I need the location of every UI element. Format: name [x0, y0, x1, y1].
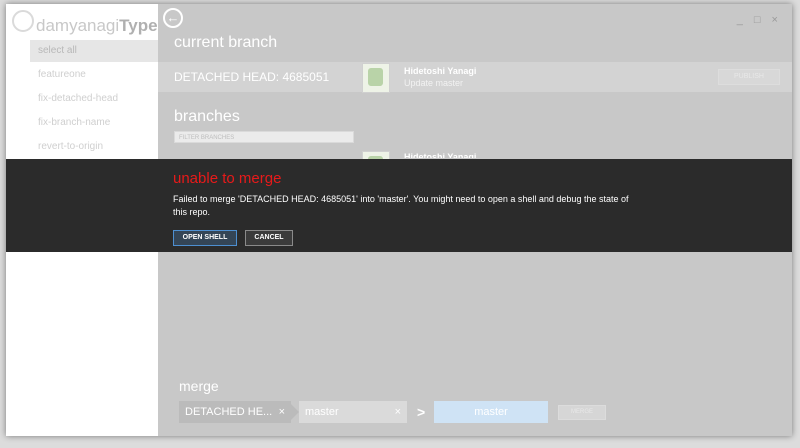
dialog-message: Failed to merge 'DETACHED HEAD: 4685051'…: [173, 194, 629, 217]
remove-source-icon[interactable]: ×: [279, 401, 285, 423]
sidebar-item-branch[interactable]: featureone: [30, 64, 166, 86]
sidebar-item-branch[interactable]: fix-branch-name: [30, 112, 166, 134]
branches-heading: branches: [174, 108, 240, 125]
cancel-button[interactable]: CANCEL: [245, 230, 293, 246]
filter-branches-input[interactable]: FILTER BRANCHES: [174, 131, 354, 143]
merge-destination-chip[interactable]: master ×: [299, 401, 407, 423]
merge-source-label: DETACHED HE...: [185, 406, 273, 418]
sidebar-item-select-all[interactable]: select all: [30, 40, 158, 62]
publish-button[interactable]: PUBLISH: [718, 69, 780, 85]
app-logo-icon: [12, 10, 34, 32]
merge-button[interactable]: MERGE: [558, 405, 606, 420]
sidebar-item-label: fix-branch-name: [38, 117, 111, 128]
current-branch-row[interactable]: DETACHED HEAD: 4685051 Hidetoshi Yanagi …: [158, 62, 792, 93]
sidebar-item-label: featureone: [38, 69, 86, 80]
merge-heading: merge: [179, 378, 219, 394]
current-branch-name: DETACHED HEAD: 4685051: [174, 70, 330, 84]
error-dialog: unable to merge Failed to merge 'DETACHE…: [6, 159, 792, 252]
back-arrow-icon[interactable]: ←: [163, 8, 183, 28]
sidebar-item-branch[interactable]: revert-to-origin: [30, 136, 166, 158]
merge-source-chip[interactable]: DETACHED HE... ×: [179, 401, 299, 423]
dialog-title: unable to merge: [173, 170, 282, 187]
open-shell-button[interactable]: OPEN SHELL: [173, 230, 237, 246]
merge-arrow-icon: >: [417, 404, 426, 420]
sidebar-item-branch[interactable]: fix-detached-head: [30, 88, 166, 110]
sidebar-item-label: revert-to-origin: [38, 141, 104, 152]
window-controls[interactable]: _ □ ×: [737, 14, 782, 26]
sidebar-item-label: select all: [38, 45, 77, 56]
sidebar-item-label: fix-detached-head: [38, 93, 119, 104]
current-branch-heading: current branch: [174, 34, 278, 51]
commit-author: Hidetoshi Yanagi: [404, 66, 477, 76]
avatar: [362, 63, 390, 93]
remove-destination-icon[interactable]: ×: [395, 401, 401, 423]
merge-destination-label: master: [305, 406, 339, 418]
branch-author: Hidetoshi Yanagi: [404, 152, 477, 158]
repository-title: damyanagiTypeC: [36, 16, 170, 35]
commit-message: Update master: [404, 78, 464, 88]
merge-target-field[interactable]: master: [434, 401, 548, 423]
